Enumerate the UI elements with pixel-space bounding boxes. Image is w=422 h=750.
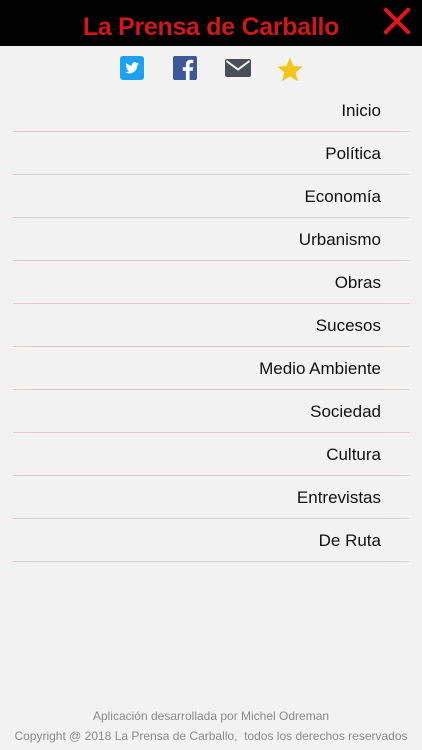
- menu-item-economia[interactable]: Economía: [13, 175, 409, 218]
- favorite-button[interactable]: [276, 56, 303, 82]
- copyright-notice: Copyright @ 2018 La Prensa de Carballo, …: [14, 729, 408, 743]
- facebook-share-button[interactable]: [173, 56, 199, 82]
- menu-item-inicio[interactable]: Inicio: [13, 89, 409, 132]
- header-bar: La Prensa de Carballo: [0, 0, 422, 46]
- menu-item-de-ruta[interactable]: De Ruta: [13, 519, 409, 562]
- menu-item-sociedad[interactable]: Sociedad: [13, 390, 409, 433]
- menu-item-label: Medio Ambiente: [259, 359, 381, 378]
- close-icon: [383, 7, 411, 35]
- email-share-button[interactable]: [225, 56, 251, 82]
- facebook-icon: [173, 56, 197, 80]
- menu-item-entrevistas[interactable]: Entrevistas: [13, 476, 409, 519]
- app-title: La Prensa de Carballo: [82, 13, 340, 41]
- footer: Aplicación desarrollada por Michel Odrem…: [0, 706, 422, 746]
- menu-item-label: Inicio: [341, 101, 381, 120]
- developer-credit: Aplicación desarrollada por Michel Odrem…: [92, 709, 330, 723]
- menu-item-label: Obras: [334, 273, 381, 292]
- menu-item-medio-ambiente[interactable]: Medio Ambiente: [13, 347, 409, 390]
- menu-item-sucesos[interactable]: Sucesos: [13, 304, 409, 347]
- menu-item-urbanismo[interactable]: Urbanismo: [13, 218, 409, 261]
- menu-item-politica[interactable]: Política: [13, 132, 409, 175]
- star-icon: [277, 57, 303, 82]
- menu-item-label: Política: [325, 144, 381, 163]
- close-button[interactable]: [382, 6, 412, 36]
- section-menu: Inicio Política Economía Urbanismo Obras…: [13, 89, 409, 562]
- menu-item-label: Cultura: [326, 445, 381, 464]
- menu-item-label: Sucesos: [315, 316, 381, 335]
- email-icon: [225, 59, 251, 77]
- menu-item-cultura[interactable]: Cultura: [13, 433, 409, 476]
- menu-item-label: Urbanismo: [298, 230, 381, 249]
- twitter-icon: [120, 56, 144, 80]
- twitter-share-button[interactable]: [120, 56, 146, 82]
- menu-item-obras[interactable]: Obras: [13, 261, 409, 304]
- menu-item-label: Entrevistas: [296, 488, 381, 507]
- share-bar: [0, 50, 422, 88]
- menu-item-label: Sociedad: [310, 402, 381, 421]
- menu-item-label: De Ruta: [318, 531, 381, 550]
- menu-screen: La Prensa de Carballo Inicio Política Ec…: [0, 0, 422, 750]
- menu-item-label: Economía: [304, 187, 381, 206]
